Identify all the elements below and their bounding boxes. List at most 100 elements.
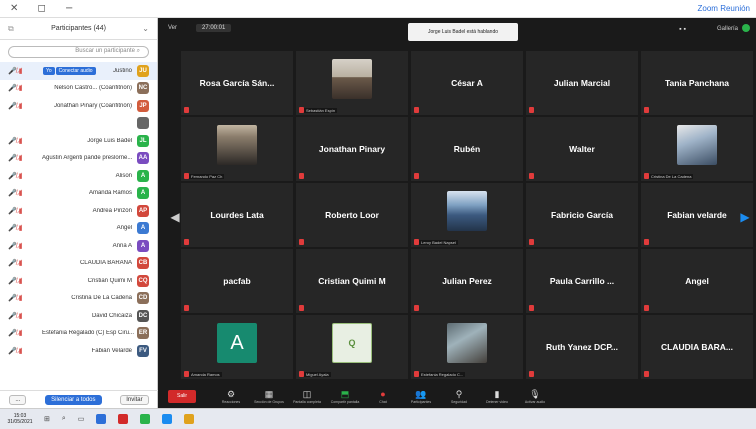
browser-app-icon[interactable] xyxy=(96,414,107,424)
participant-row[interactable]: 🎤̸ ▮̸ Alison A xyxy=(0,167,157,185)
participant-row[interactable]: 🎤̸ ▮̸ Jonathan Pinary (Coanfitrión) JP xyxy=(0,97,157,115)
toolbar-button[interactable]: 👥 Participantes xyxy=(402,384,440,408)
chevron-down-icon[interactable]: ⌄ xyxy=(142,24,149,33)
video-tile[interactable]: Fabian velarde xyxy=(641,183,753,247)
mic-video-muted-icon[interactable]: 🎤̸ ▮̸ xyxy=(8,207,42,215)
excel-app-icon[interactable] xyxy=(140,414,151,424)
mic-video-muted-icon[interactable]: 🎤̸ ▮̸ xyxy=(8,137,42,145)
video-tile[interactable]: Angel xyxy=(641,249,753,313)
video-tile[interactable]: Fernando Paz Ch xyxy=(181,117,293,181)
video-tile[interactable]: Walter xyxy=(526,117,638,181)
mic-video-muted-icon[interactable]: 🎤̸ ▮̸ xyxy=(8,294,42,302)
video-tile[interactable]: Estefania Regalado C... xyxy=(411,315,523,379)
mic-video-muted-icon[interactable]: 🎤̸ ▮̸ xyxy=(8,224,42,232)
toolbar-button[interactable]: ● Chat xyxy=(364,384,402,408)
participant-name: Jonathan Pinary (Coanfitrión) xyxy=(53,102,132,109)
tile-name: Ruth Yanez DCP... xyxy=(546,342,618,352)
participant-row[interactable]: 🎤̸ ▮̸ Cristina De La Cadena CD xyxy=(0,290,157,308)
video-tile[interactable]: Rosa García Sán... xyxy=(181,51,293,115)
leave-button[interactable]: Salir xyxy=(168,389,196,403)
toolbar-button[interactable]: ▮ Detener video xyxy=(478,384,516,408)
video-tile[interactable]: Lourdes Lata xyxy=(181,183,293,247)
mic-video-muted-icon[interactable]: 🎤̸ ▮̸ xyxy=(8,329,42,337)
avatar: ER xyxy=(137,327,149,340)
task-view-icon[interactable]: ▭ xyxy=(78,415,85,423)
participant-name: Alison xyxy=(115,172,132,179)
participant-row[interactable]: 🎤̸ ▮̸ Agustin Argenti pande preslorne... A… xyxy=(0,150,157,168)
mic-video-muted-icon[interactable]: 🎤̸ ▮̸ xyxy=(8,154,42,162)
window-controls[interactable]: ✕ ◻ − xyxy=(10,3,81,14)
popout-icon[interactable]: ⧉ xyxy=(8,24,14,34)
zoom-app-icon[interactable] xyxy=(162,414,173,424)
video-tile[interactable]: Tania Panchana xyxy=(641,51,753,115)
toolbar-button[interactable]: ◫ Pantalla completa xyxy=(288,384,326,408)
participant-row[interactable]: 🎤̸ ▮̸ Cristian Quimi M CQ xyxy=(0,272,157,290)
video-tile[interactable]: César A xyxy=(411,51,523,115)
mic-video-muted-icon[interactable]: 🎤̸ ▮̸ xyxy=(8,277,42,285)
muted-mic-icon xyxy=(644,371,649,377)
video-tile[interactable]: CLAUDIA BARA... xyxy=(641,315,753,379)
windows-start-icon[interactable]: ⊞ xyxy=(44,415,50,423)
participant-row[interactable]: 🎤̸ ▮̸ Estefania Regalado (C) Esp Ciru... E… xyxy=(0,325,157,343)
toolbar-button[interactable]: ⚙ Reacciones xyxy=(212,384,250,408)
video-tile[interactable]: Roberto Loor xyxy=(296,183,408,247)
video-tile[interactable]: Leroy Badel Napsel xyxy=(411,183,523,247)
participant-row[interactable]: 🎤̸ ▮̸ CLAUDIA BARAÑA CB xyxy=(0,255,157,273)
video-tile[interactable]: Paula Carrillo ... xyxy=(526,249,638,313)
participant-row[interactable]: 🎤̸ ▮̸ Anna A A xyxy=(0,237,157,255)
video-tile[interactable]: Julian Perez xyxy=(411,249,523,313)
taskbar-search-icon[interactable]: ⌕ xyxy=(62,415,66,423)
participant-row[interactable]: 🎤̸ ▮̸ Yo Conectar audio Justino JU xyxy=(0,62,157,80)
avatar: JL xyxy=(137,134,149,147)
video-tile[interactable]: A Amanda Ramos xyxy=(181,315,293,379)
video-tile[interactable]: Rubén xyxy=(411,117,523,181)
invite-button[interactable]: Invitar xyxy=(120,394,149,405)
mic-video-muted-icon[interactable]: 🎤̸ ▮̸ xyxy=(8,172,42,180)
gallery-view-button[interactable]: Gallería xyxy=(717,26,738,32)
tile-caption: Amanda Ramos xyxy=(189,372,222,377)
more-button[interactable]: ... xyxy=(9,394,27,405)
video-tile[interactable]: Julian Marcial xyxy=(526,51,638,115)
participant-row[interactable]: 🎤̸ ▮̸ Andrea Pinzón AP xyxy=(0,202,157,220)
mic-video-muted-icon[interactable]: 🎤̸ ▮̸ xyxy=(8,312,42,320)
mute-all-button[interactable]: Silenciar a todos xyxy=(45,394,102,405)
mic-video-muted-icon[interactable]: 🎤̸ ▮̸ xyxy=(8,67,42,75)
tile-name: Paula Carrillo ... xyxy=(549,276,615,286)
participant-row[interactable]: 🎤̸ ▮̸ Angel A xyxy=(0,220,157,238)
participant-row[interactable]: 🎤̸ ▮̸ Amanda Ramos A xyxy=(0,185,157,203)
mic-video-muted-icon[interactable]: 🎤̸ ▮̸ xyxy=(8,242,42,250)
mic-video-muted-icon[interactable]: 🎤̸ ▮̸ xyxy=(8,84,42,92)
video-tile[interactable]: Q Miguel Ayala xyxy=(296,315,408,379)
video-tile[interactable]: Cristina De La Cadena xyxy=(641,117,753,181)
next-page-arrow-icon[interactable]: ▶ xyxy=(740,200,750,234)
participant-search-input[interactable]: Buscar un participante ⌕ xyxy=(8,46,149,58)
video-tile[interactable]: Fabricio García xyxy=(526,183,638,247)
participant-row[interactable]: 🎤̸ ▮̸ Nelson Castro... (Coanfitrión) NC xyxy=(0,80,157,98)
video-tile[interactable]: Sebastián Espín xyxy=(296,51,408,115)
grid-view-icon[interactable]: ▪ ▪ xyxy=(679,26,686,33)
participant-row[interactable]: 🎤̸ ▮̸ David Chicaiza DC xyxy=(0,307,157,325)
video-tile[interactable]: Cristian Quimi M xyxy=(296,249,408,313)
participant-row[interactable]: 🎤̸ ▮̸ Fabián Velarde FV xyxy=(0,342,157,360)
toolbar-button[interactable]: ▦ Sección de Grupos xyxy=(250,384,288,408)
mic-video-muted-icon[interactable]: 🎤̸ ▮̸ xyxy=(8,347,42,355)
video-tile[interactable]: Jonathan Pinary xyxy=(296,117,408,181)
host-tag[interactable]: Yo xyxy=(43,66,55,75)
office-app-icon[interactable] xyxy=(118,414,129,424)
toolbar-label: Detener video xyxy=(486,400,508,404)
video-tile[interactable]: Ruth Yanez DCP... xyxy=(526,315,638,379)
participant-name: Agustin Argenti pande preslorne... xyxy=(42,155,133,162)
mic-video-muted-icon[interactable]: 🎤̸ ▮̸ xyxy=(8,102,42,110)
toolbar-button[interactable]: ⚲ Seguridad xyxy=(440,384,478,408)
view-button[interactable]: Ver xyxy=(168,25,177,31)
files-app-icon[interactable] xyxy=(184,414,195,424)
mic-video-muted-icon[interactable]: 🎤̸ ▮̸ xyxy=(8,189,42,197)
participant-row[interactable]: 🎤̸ ▮̸ Jorge Luis Badel JL xyxy=(0,132,157,150)
participant-row[interactable] xyxy=(0,115,157,133)
video-tile[interactable]: pacfab xyxy=(181,249,293,313)
toolbar-button[interactable]: ⬒ Compartir pantalla xyxy=(326,384,364,408)
previous-page-arrow-icon[interactable]: ◀ xyxy=(170,200,180,234)
toolbar-button[interactable]: 🎙 Activar audio xyxy=(516,384,554,408)
mic-video-muted-icon[interactable]: 🎤̸ ▮̸ xyxy=(8,259,42,267)
waiting-tag[interactable]: Conectar audio xyxy=(55,66,96,75)
